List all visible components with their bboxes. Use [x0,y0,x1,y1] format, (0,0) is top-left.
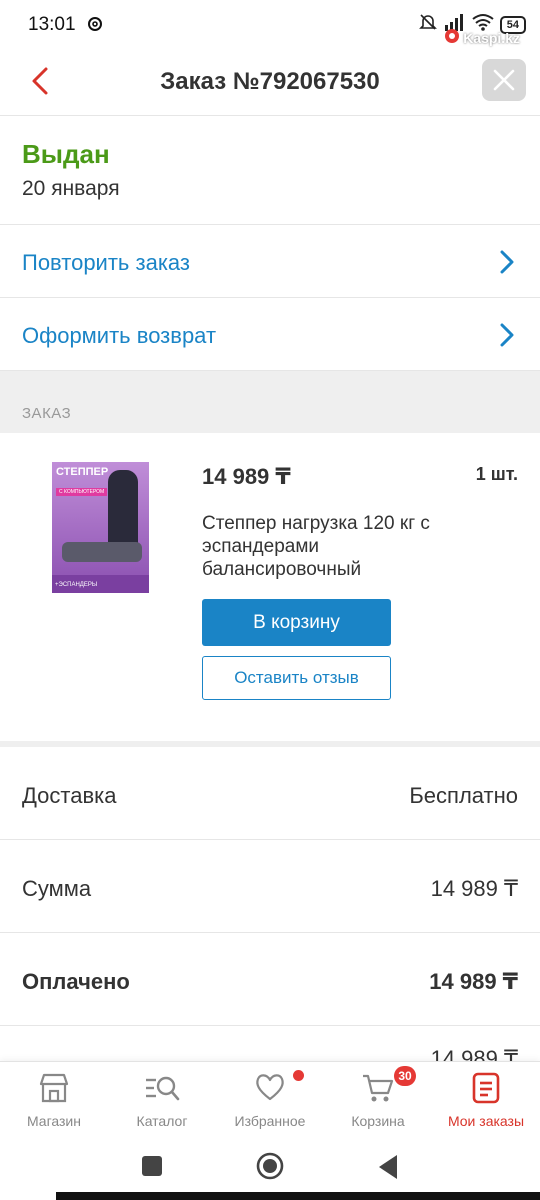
chevron-right-icon [500,323,514,352]
section-label: ЗАКАЗ [22,405,72,422]
close-button[interactable] [482,59,526,101]
product-image-stepper [62,542,142,562]
cart-badge: 30 [394,1066,416,1086]
tab-shop[interactable]: Магазин [0,1062,108,1144]
recents-button[interactable] [141,1155,163,1182]
product-image-figure [108,470,138,550]
order-status-block: Выдан 20 января [0,117,540,225]
order-status: Выдан [22,139,110,169]
summary-row-delivery: Доставка Бесплатно [0,747,540,840]
system-nav-bar [0,1143,540,1193]
return-order-row[interactable]: Оформить возврат [0,299,540,371]
kaspi-watermark: Kaspi.kz [444,28,520,47]
tab-label: Избранное [234,1113,306,1129]
summary-value: 14 989 ₸ [429,969,518,994]
tab-cart[interactable]: 30 Корзина [324,1062,432,1144]
section-header: ЗАКАЗ [0,371,540,433]
product-image-title: СТЕППЕР [56,466,109,478]
favorites-badge-dot [293,1070,304,1081]
bottom-strip [56,1192,540,1200]
add-to-cart-button[interactable]: В корзину [202,599,391,646]
triangle-back-icon [379,1155,397,1179]
leave-review-button[interactable]: Оставить отзыв [202,656,391,700]
home-button[interactable] [256,1152,284,1185]
tab-label: Магазин [26,1113,81,1129]
tab-my-orders[interactable]: Мои заказы [432,1062,540,1144]
repeat-order-label: Повторить заказ [22,250,190,275]
order-date: 20 января [22,177,120,200]
tab-favorites[interactable]: Избранное [216,1062,324,1144]
return-order-label: Оформить возврат [22,323,217,348]
page-title: Заказ №792067530 [160,68,380,95]
product-image-badge: С КОМПЬЮТЕРОМ [56,488,108,496]
tab-label: Мои заказы [447,1113,525,1129]
kaspi-logo-icon [444,28,460,47]
square-icon [142,1156,162,1176]
product-quantity: 1 шт. [475,464,518,484]
tab-label: Корзина [351,1113,405,1129]
summary-value: 14 989 ₸ [430,876,518,901]
repeat-order-row[interactable]: Повторить заказ [0,226,540,298]
product-image[interactable]: СТЕППЕР С КОМПЬЮТЕРОМ +ЭСПАНДЕРЫ [52,462,149,593]
summary-key: Оплачено [22,969,130,994]
mute-bell-icon [418,12,438,37]
tab-label: Каталог [136,1113,188,1129]
threads-icon [86,14,104,39]
status-bar: 13:01 54 Kaspi.kz [0,0,540,50]
page-header: Заказ №792067530 [0,50,540,116]
heart-icon [216,1072,324,1102]
orders-icon [432,1072,540,1104]
summary-key: Сумма [22,876,92,901]
status-time: 13:01 [28,14,76,35]
summary-row-paid: Оплачено 14 989 ₸ [0,933,540,1026]
product-image-caption: +ЭСПАНДЕРЫ [55,582,98,588]
home-circle-icon [256,1152,284,1180]
tab-catalog[interactable]: Каталог [108,1062,216,1144]
product-name[interactable]: Степпер нагрузка 120 кг с эспандерами ба… [202,512,472,581]
catalog-search-icon [108,1072,216,1104]
back-nav-button[interactable] [377,1154,399,1185]
summary-key: Доставка [22,783,117,808]
watermark-text: Kaspi.kz [463,29,520,46]
close-icon [493,69,515,91]
bottom-tab-bar: Магазин Каталог Избранное 30 Корзина Мои… [0,1061,540,1143]
summary-row-sum: Сумма 14 989 ₸ [0,840,540,933]
summary-value: Бесплатно [409,783,518,808]
shop-icon [0,1072,108,1104]
product-price: 14 989 ₸ [202,464,291,489]
chevron-right-icon [500,250,514,279]
product-card: СТЕППЕР С КОМПЬЮТЕРОМ +ЭСПАНДЕРЫ 14 989 … [0,433,540,741]
